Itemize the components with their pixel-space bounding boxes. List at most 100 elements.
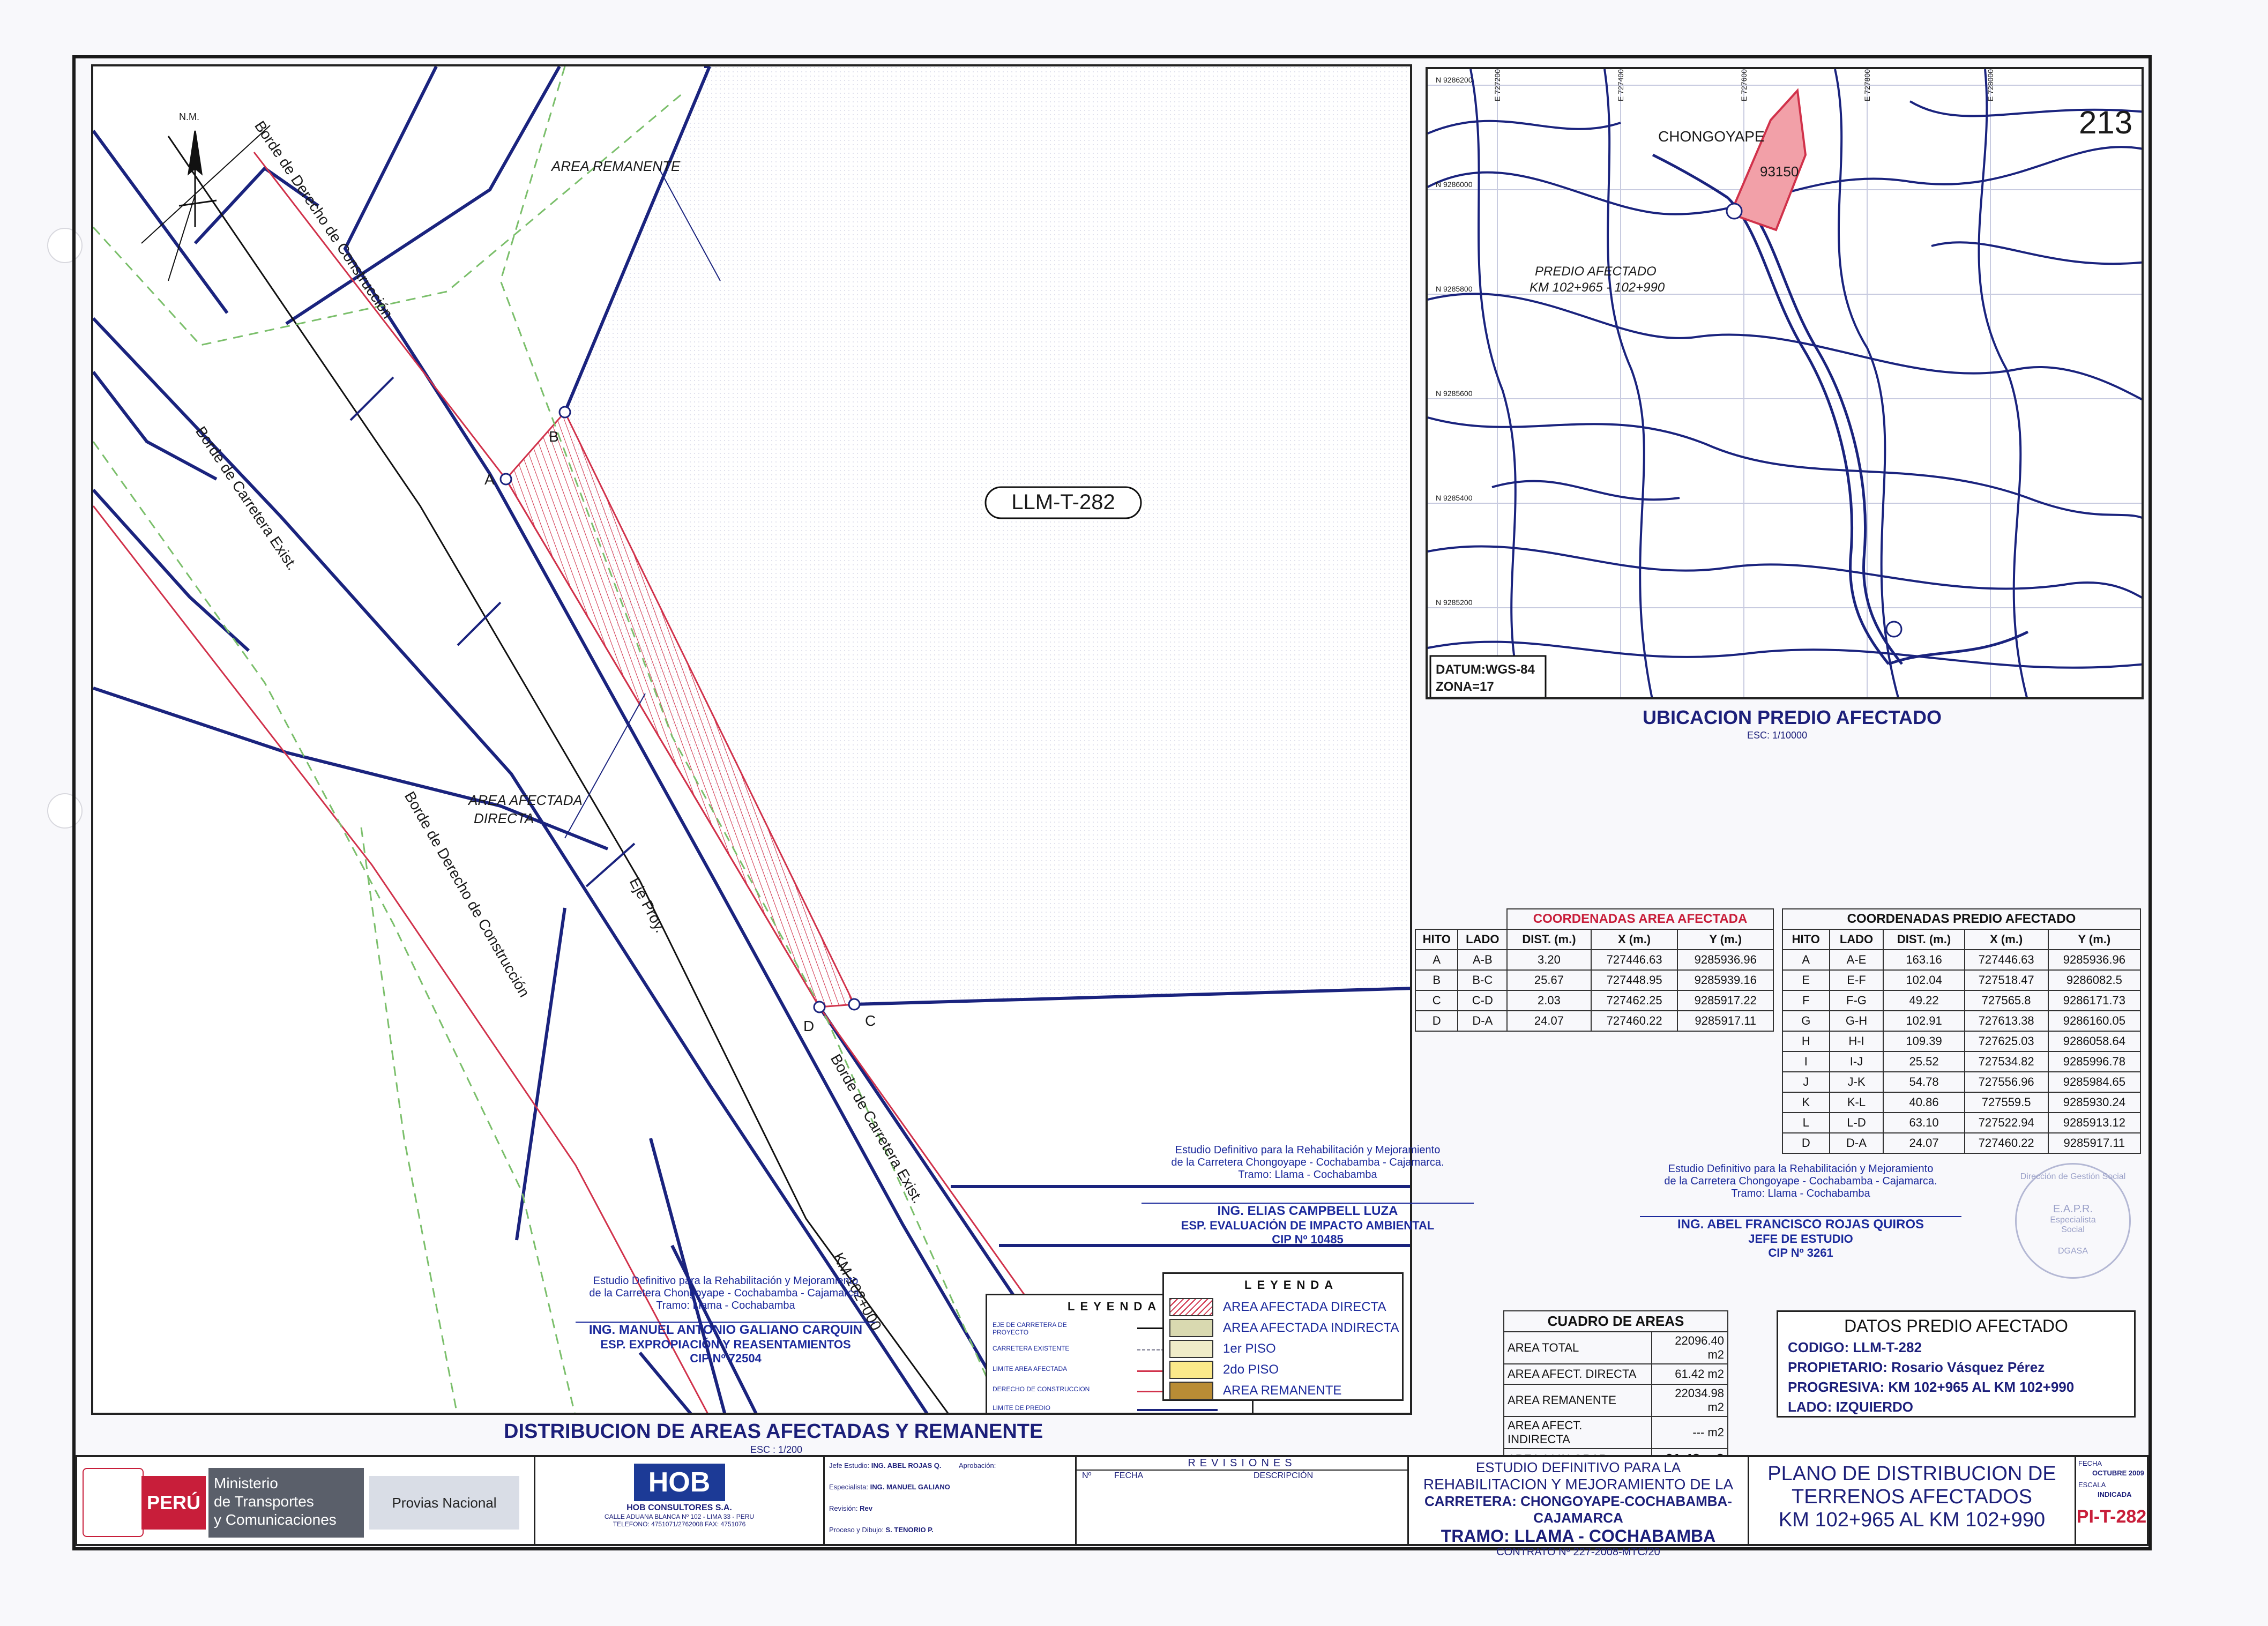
hito-a-marker xyxy=(499,473,512,486)
legend-lines-title: LEYENDA xyxy=(1068,1300,1162,1313)
remanente-area xyxy=(565,66,1410,1004)
table-row: K K-L 40.86 727559.5 9285930.24 xyxy=(1782,1092,2142,1113)
table-row: L L-D 63.10 727522.94 9285913.12 xyxy=(1782,1112,2142,1133)
legend-item: LIMITE AREA AFECTADA xyxy=(993,1365,1068,1373)
table-row: B B-C 25.67 727448.95 9285939.16 xyxy=(1414,969,1774,991)
predio-label-1: PREDIO AFECTADO xyxy=(1535,264,1657,279)
north-label: N.M. xyxy=(179,111,199,122)
location-map-drawing: CHONGOYAPE 93150 213 PREDIO AFECTADO KM … xyxy=(1428,69,2142,697)
table-row: C C-D 2.03 727462.25 9285917.22 xyxy=(1414,990,1774,1011)
hito-c-marker xyxy=(848,998,861,1011)
datos-lado: IZQUIERDO xyxy=(1836,1399,1914,1415)
table-row: J J-K 54.78 727556.96 9285984.65 xyxy=(1782,1071,2142,1093)
grid-e-label: E 727200 xyxy=(1493,69,1502,101)
datos-progresiva: KM 102+965 AL KM 102+990 xyxy=(1888,1379,2075,1395)
cuadro-areas-title: CUADRO DE AREAS xyxy=(1503,1310,1728,1332)
legend-areas: LEYENDA AREA AFECTADA DIRECTA AREA AFECT… xyxy=(1162,1272,1404,1401)
area-afectada-label-2: DIRECTA xyxy=(474,810,534,826)
table-row: I I-J 25.52 727534.82 9285996.78 xyxy=(1782,1051,2142,1072)
table-row: F F-G 49.22 727565.8 9286171.73 xyxy=(1782,990,2142,1011)
table-row: E E-F 102.04 727518.47 9286082.5 xyxy=(1782,969,2142,991)
legend-item: AREA AFECTADA DIRECTA xyxy=(1223,1300,1386,1314)
coord-predio-table: COORDENADAS PREDIO AFECTADO HITO LADO DIST… xyxy=(1782,908,2142,1154)
eje-proy-label: Eje Proy. xyxy=(626,875,669,935)
borde-carretera-left-label: Borde de Carretera Exist. xyxy=(192,423,301,573)
grid-e-label: E 727800 xyxy=(1863,69,1871,101)
plan-title-cell: PLANO DE DISTRIBUCION DE TERRENOS AFECTA… xyxy=(1749,1457,2076,1544)
legend-item: DERECHO DE CONSTRUCCION xyxy=(993,1385,1090,1393)
engineer-stamp-jefe: Estudio Definitivo para la Rehabilitació… xyxy=(1640,1163,1961,1260)
hito-c-label: C xyxy=(865,1012,876,1029)
engineer-stamp-ambiental: Estudio Definitivo para la Rehabilitació… xyxy=(1142,1144,1474,1247)
table-row: AREA TOTAL 22096.40 m2 xyxy=(1503,1331,1729,1364)
borde-carretera-right-label: Borde de Carretera Exist. xyxy=(827,1051,927,1206)
coord-area-caption: COORDENADAS AREA AFECTADA xyxy=(1506,908,1774,930)
staff-cell: Jefe Estudio: ING. ABEL ROJAS Q. Especia… xyxy=(825,1457,1077,1544)
location-map: CHONGOYAPE 93150 213 PREDIO AFECTADO KM … xyxy=(1426,67,2144,699)
area-remanente-label: AREA REMANENTE xyxy=(550,158,681,174)
hito-b-marker xyxy=(558,406,571,419)
hito-a-label: A xyxy=(484,471,495,488)
hob-telephone: TELEFONO: 4751071/2762008 FAX: 4751076 xyxy=(613,1520,746,1528)
table-row: AREA REMANENTE 22034.98 m2 xyxy=(1503,1384,1729,1417)
hito-d-label: D xyxy=(803,1018,814,1034)
grid-n-label: N 9286000 xyxy=(1436,180,1473,189)
peru-label: PERÚ xyxy=(141,1476,206,1530)
legend-item: 1er PISO xyxy=(1223,1341,1276,1356)
grid-n-label: N 9285400 xyxy=(1436,494,1473,502)
provias-label: Provias Nacional xyxy=(369,1476,519,1530)
ministry-cell: PERÚ Ministerio de Transportes y Comunicac… xyxy=(77,1457,535,1544)
route-marker-icon xyxy=(1885,621,1903,638)
table-row: D D-A 24.07 727460.22 9285917.11 xyxy=(1782,1132,2142,1154)
datos-predio-title: DATOS PREDIO AFECTADO xyxy=(1844,1316,2068,1336)
zona-label: ZONA=17 xyxy=(1436,680,1494,694)
hob-address: CALLE ADUANA BLANCA Nº 102 - LIMA 33 - P… xyxy=(604,1513,755,1520)
table-row: D D-A 24.07 727460.22 9285917.11 xyxy=(1414,1010,1774,1032)
title-block: PERÚ Ministerio de Transportes y Comunicac… xyxy=(75,1455,2149,1558)
peru-shield-icon xyxy=(83,1468,144,1537)
town-label: CHONGOYAPE xyxy=(1658,128,1765,145)
legend-swatch-indirecta xyxy=(1169,1319,1213,1337)
grid-n-label: N 9286200 xyxy=(1436,76,1473,84)
datos-predio-box: DATOS PREDIO AFECTADO CODIGO: LLM-T-282 … xyxy=(1777,1310,2136,1418)
plan-scale: ESC : 1/200 xyxy=(750,1444,803,1455)
legend-item: 2do PISO xyxy=(1223,1362,1279,1377)
legend-item: CARRETERA EXISTENTE xyxy=(993,1345,1070,1352)
datos-propietario: Rosario Vásquez Pérez xyxy=(1891,1359,2045,1375)
legend-swatch-property xyxy=(1137,1409,1218,1411)
cuadro-areas-table: CUADRO DE AREAS AREA TOTAL 22096.40 m2 AR… xyxy=(1503,1310,1729,1470)
table-row: G G-H 102.91 727613.38 9286160.05 xyxy=(1782,1010,2142,1032)
datos-codigo: LLM-T-282 xyxy=(1853,1339,1922,1355)
area-afectada-label-1: AREA AFECTADA xyxy=(467,792,583,808)
legend-swatch-piso2 xyxy=(1169,1361,1213,1379)
legend-swatch-remanente xyxy=(1169,1382,1213,1400)
legend-areas-title: LEYENDA xyxy=(1244,1278,1339,1292)
revisions-cell: REVISIONES Nº FECHA DESCRIPCIÓN xyxy=(1077,1457,1409,1544)
sheet-number-label: 213 xyxy=(2079,105,2132,140)
parcel-number-label: 93150 xyxy=(1760,163,1799,180)
hito-d-marker xyxy=(813,1001,826,1013)
grid-e-label: E 728000 xyxy=(1986,69,1995,101)
sheet-code: PI-T-282 xyxy=(2076,1506,2147,1527)
hob-name: HOB CONSULTORES S.A. xyxy=(626,1503,732,1512)
table-row: AREA AFECT. DIRECTA 61.42 m2 xyxy=(1503,1363,1729,1385)
legend-swatch-directa xyxy=(1169,1298,1213,1316)
datum-label: DATUM:WGS-84 xyxy=(1436,662,1535,677)
grid-e-label: E 727600 xyxy=(1740,69,1748,101)
info-cell: FECHA OCTUBRE 2009 ESCALA INDICADA PI-T-… xyxy=(2076,1459,2147,1527)
table-row: H H-I 109.39 727625.03 9286058.64 xyxy=(1782,1031,2142,1052)
grid-n-label: N 9285800 xyxy=(1436,285,1473,293)
engineer-stamp-expropiacion: Estudio Definitivo para la Rehabilitació… xyxy=(576,1275,876,1366)
hito-b-label: B xyxy=(549,428,559,445)
legend-item: AREA AFECTADA INDIRECTA xyxy=(1223,1321,1399,1335)
legend-item: AREA REMANENTE xyxy=(1223,1383,1342,1398)
property-tag: LLM-T-282 xyxy=(1011,490,1115,514)
seal-gestion-social: Dirección de Gestión Social E.A.P.R. Esp… xyxy=(2015,1163,2131,1279)
legend-item: LIMITE DE PREDIO xyxy=(993,1404,1051,1412)
grid-n-label: N 9285200 xyxy=(1436,598,1473,607)
table-row: A A-E 163.16 727446.63 9285936.96 xyxy=(1782,949,2142,971)
coord-predio-caption: COORDENADAS PREDIO AFECTADO xyxy=(1782,908,2141,930)
table-row: A A-B 3.20 727446.63 9285936.96 xyxy=(1414,949,1774,971)
location-title: UBICACION PREDIO AFECTADO xyxy=(1643,706,1942,728)
project-cell: ESTUDIO DEFINITIVO PARA LA REHABILITACIO… xyxy=(1409,1457,1749,1558)
